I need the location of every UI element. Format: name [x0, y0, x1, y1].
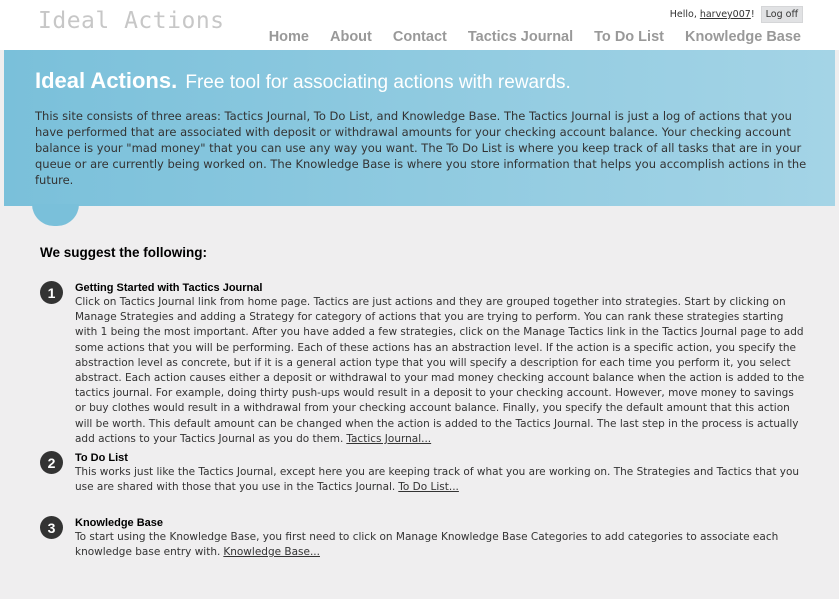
- featured-heading: Ideal Actions. Free tool for associating…: [35, 68, 571, 94]
- username-link[interactable]: harvey007: [700, 9, 751, 20]
- step-description: This works just like the Tactics Journal…: [75, 465, 807, 495]
- site-title[interactable]: Ideal Actions: [38, 8, 225, 34]
- menu-item-to-do-list[interactable]: To Do List: [594, 29, 664, 45]
- greeting-suffix: !: [750, 9, 755, 20]
- featured-tagline: Free tool for associating actions with r…: [185, 72, 571, 93]
- suggest-heading: We suggest the following:: [40, 245, 207, 260]
- step-text: To start using the Knowledge Base, you f…: [75, 531, 779, 559]
- featured-description: This site consists of three areas: Tacti…: [35, 109, 807, 187]
- step-body: Getting Started with Tactics Journal Cli…: [75, 281, 807, 447]
- main-menu: Home About Contact Tactics Journal To Do…: [248, 29, 801, 45]
- step-number: 2: [40, 451, 63, 474]
- featured-title: Ideal Actions.: [35, 68, 178, 93]
- login-section: Hello, harvey007 ! Log off: [670, 6, 803, 23]
- step-number: 1: [40, 281, 63, 304]
- logoff-button[interactable]: Log off: [760, 6, 803, 23]
- step-title: To Do List: [75, 452, 128, 464]
- banner-bubble-decoration: [32, 204, 79, 226]
- featured-banner: Ideal Actions. Free tool for associating…: [4, 50, 835, 206]
- step-text: Click on Tactics Journal link from home …: [75, 296, 805, 445]
- to-do-list-link[interactable]: To Do List...: [398, 481, 459, 493]
- menu-item-home[interactable]: Home: [269, 29, 309, 45]
- step-body: To Do List This works just like the Tact…: [75, 451, 807, 495]
- step-description: Click on Tactics Journal link from home …: [75, 295, 807, 447]
- knowledge-base-link[interactable]: Knowledge Base...: [223, 546, 320, 558]
- step-title: Knowledge Base: [75, 517, 164, 529]
- step-number: 3: [40, 516, 63, 539]
- step-title: Getting Started with Tactics Journal: [75, 282, 263, 294]
- site-header: Ideal Actions Hello, harvey007 ! Log off…: [0, 0, 839, 50]
- menu-item-knowledge-base[interactable]: Knowledge Base: [685, 29, 801, 45]
- step-body: Knowledge Base To start using the Knowle…: [75, 516, 807, 560]
- greeting-text: Hello,: [669, 9, 697, 20]
- tactics-journal-link[interactable]: Tactics Journal...: [346, 433, 431, 445]
- menu-item-tactics-journal[interactable]: Tactics Journal: [468, 29, 573, 45]
- menu-item-about[interactable]: About: [330, 29, 372, 45]
- step-description: To start using the Knowledge Base, you f…: [75, 530, 807, 560]
- menu-item-contact[interactable]: Contact: [393, 29, 447, 45]
